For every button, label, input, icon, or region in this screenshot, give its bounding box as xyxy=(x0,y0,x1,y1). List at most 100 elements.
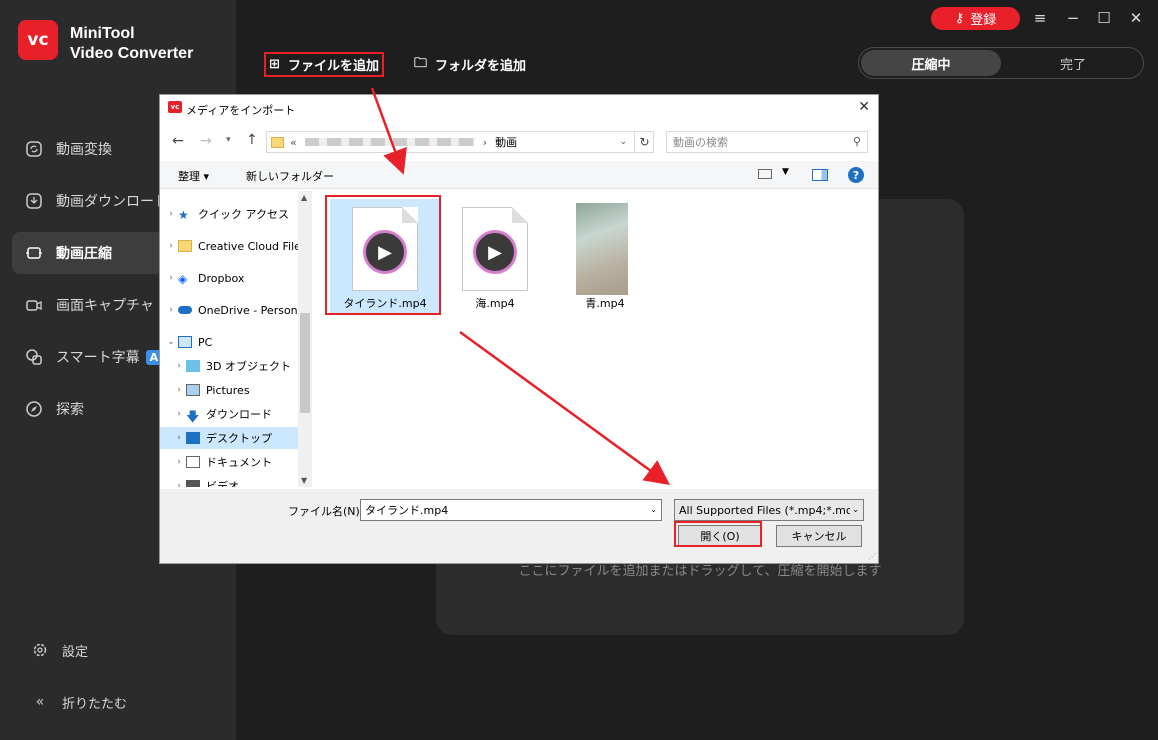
filetype-select[interactable]: All Supported Files (*.mp4;*.mo ⌄ xyxy=(674,499,864,521)
tree-item-pictures[interactable]: › Pictures xyxy=(172,379,249,401)
address-current: 動画 xyxy=(495,136,518,149)
chevron-down-icon[interactable]: ⌄ xyxy=(850,505,859,514)
sidebar-item-label: 動画ダウンロード xyxy=(56,194,168,210)
tree-scrollbar-thumb[interactable] xyxy=(300,313,310,413)
tree-label: デスクトップ xyxy=(206,432,272,445)
chevron-right-icon[interactable]: › xyxy=(172,457,186,467)
organize-button[interactable]: 整理 ▾ xyxy=(178,168,209,184)
register-button[interactable]: ⚷ 登録 xyxy=(931,7,1020,30)
address-bar[interactable]: « › 動画 ⌄ xyxy=(266,131,654,153)
tree-label: ビデオ xyxy=(206,480,239,487)
tree-label: Dropbox xyxy=(198,271,245,285)
address-dropdown-icon[interactable]: ⌄ xyxy=(619,137,627,147)
tree-item-documents[interactable]: › ドキュメント xyxy=(172,451,272,473)
chevron-down-icon[interactable]: ⌄ xyxy=(164,337,178,347)
tree-item-desktop[interactable]: › デスクトップ xyxy=(160,427,298,449)
chevron-right-icon[interactable]: › xyxy=(172,385,186,395)
view-mode-icon[interactable] xyxy=(758,169,772,179)
chevron-right-icon[interactable]: › xyxy=(172,433,186,443)
tree-item-pc[interactable]: ⌄ PC xyxy=(164,331,212,353)
import-media-dialog: vc メディアをインポート ✕ ← → ▾ ↑ « › 動画 ⌄ ↻ 動画の検索… xyxy=(159,94,879,564)
dialog-logo-text: vc xyxy=(170,103,180,111)
address-separator-icon: › xyxy=(482,135,488,149)
download-icon xyxy=(24,191,44,211)
maximize-icon[interactable]: ☐ xyxy=(1093,8,1115,28)
dialog-title: メディアをインポート xyxy=(186,104,296,117)
settings-button[interactable]: 設定 xyxy=(30,640,88,660)
highlight-box-file xyxy=(325,195,441,315)
pictures-icon xyxy=(186,384,200,396)
video-thumbnail xyxy=(576,203,628,295)
chevron-right-icon[interactable]: › xyxy=(172,409,186,419)
forward-arrow-icon[interactable]: → xyxy=(200,133,212,149)
add-folder-button[interactable]: 🗀 フォルダを追加 xyxy=(410,52,530,77)
tab-done[interactable]: 完了 xyxy=(1003,50,1143,76)
tree-item-3d-objects[interactable]: › 3D オブジェクト xyxy=(172,355,291,377)
refresh-icon[interactable]: ↻ xyxy=(634,131,654,153)
video-file-icon: ▶ xyxy=(462,207,528,291)
add-file-button[interactable]: ⊞ ファイルを追加 xyxy=(264,52,384,77)
tree-item-dropbox[interactable]: › ◈ Dropbox xyxy=(164,267,244,289)
dialog-close-icon[interactable]: ✕ xyxy=(858,99,870,115)
history-chevron-icon[interactable]: ▾ xyxy=(226,135,231,145)
add-file-label: ファイルを追加 xyxy=(287,59,379,74)
scroll-down-icon[interactable]: ▼ xyxy=(301,476,307,485)
collapse-button[interactable]: « 折りたたむ xyxy=(30,692,127,712)
dialog-toolbar: 整理 ▾ 新しいフォルダー ▼ ? xyxy=(160,161,878,189)
tab-compressing[interactable]: 圧縮中 xyxy=(861,50,1001,76)
dialog-footer: ファイル名(N): タイランド.mp4 ⌄ All Supported File… xyxy=(160,489,878,563)
tree-item-quick-access[interactable]: › ★ クイック アクセス xyxy=(164,203,289,225)
close-icon[interactable]: ✕ xyxy=(1125,8,1147,28)
tree-label: OneDrive - Personal xyxy=(198,303,308,317)
chevron-right-icon[interactable]: › xyxy=(172,361,186,371)
chevron-right-icon[interactable]: › xyxy=(164,305,178,315)
pc-icon xyxy=(178,336,192,348)
tree-scrollbar[interactable]: ▲ ▼ xyxy=(298,191,312,487)
address-blurred-path xyxy=(304,138,475,146)
filename-value: タイランド.mp4 xyxy=(365,504,449,517)
download-arrow-icon: 🡇 xyxy=(186,410,200,425)
search-input[interactable]: 動画の検索 ⚲ xyxy=(666,131,868,153)
scroll-up-icon[interactable]: ▲ xyxy=(301,193,307,202)
chevron-right-icon[interactable]: › xyxy=(164,209,178,219)
cloud-folder-icon xyxy=(178,240,192,252)
add-folder-label: フォルダを追加 xyxy=(435,59,527,74)
search-icon: ⚲ xyxy=(852,135,861,148)
cancel-button[interactable]: キャンセル xyxy=(776,525,862,547)
tree-label: クイック アクセス xyxy=(198,208,289,221)
menu-icon[interactable]: ≡ xyxy=(1029,8,1051,28)
view-dropdown-icon[interactable]: ▼ xyxy=(782,167,789,177)
key-icon: ⚷ xyxy=(954,11,965,26)
desktop-icon xyxy=(186,432,200,444)
chevron-down-icon[interactable]: ⌄ xyxy=(650,505,657,514)
app-logo: vc xyxy=(18,20,58,60)
brand-line1: MiniTool xyxy=(70,25,135,42)
status-tabs: 圧縮中 完了 xyxy=(858,47,1144,79)
back-arrow-icon[interactable]: ← xyxy=(172,133,184,149)
tree-item-creative-cloud[interactable]: › Creative Cloud Files xyxy=(164,235,306,257)
sidebar-item-label: スマート字幕 xyxy=(56,350,140,366)
file-name: 海.mp4 xyxy=(475,297,515,310)
preview-pane-icon[interactable] xyxy=(812,169,828,181)
search-placeholder: 動画の検索 xyxy=(673,136,728,149)
settings-label: 設定 xyxy=(62,644,89,660)
help-icon[interactable]: ? xyxy=(848,167,864,183)
minimize-icon[interactable]: − xyxy=(1062,8,1084,28)
document-icon xyxy=(186,456,200,468)
up-arrow-icon[interactable]: ↑ xyxy=(246,132,258,148)
chevron-right-icon[interactable]: › xyxy=(164,273,178,283)
subtitle-icon xyxy=(24,347,44,367)
tree-label: 3D オブジェクト xyxy=(206,360,291,373)
sidebar-item-label: 動画変換 xyxy=(56,142,112,158)
app-brand: MiniTool Video Converter xyxy=(70,24,193,64)
tree-item-videos[interactable]: › ビデオ xyxy=(172,475,239,487)
chevron-right-icon[interactable]: › xyxy=(164,241,178,251)
filename-input[interactable]: タイランド.mp4 ⌄ xyxy=(360,499,662,521)
logo-text: vc xyxy=(27,30,49,50)
tree-item-downloads[interactable]: › 🡇 ダウンロード xyxy=(172,403,272,425)
tree-label: PC xyxy=(198,335,213,349)
chevron-right-icon[interactable]: › xyxy=(172,481,186,487)
tree-item-onedrive[interactable]: › OneDrive - Personal xyxy=(164,299,307,321)
new-folder-button[interactable]: 新しいフォルダー xyxy=(246,168,334,184)
resize-grip-icon[interactable]: ⋰ xyxy=(868,552,876,561)
